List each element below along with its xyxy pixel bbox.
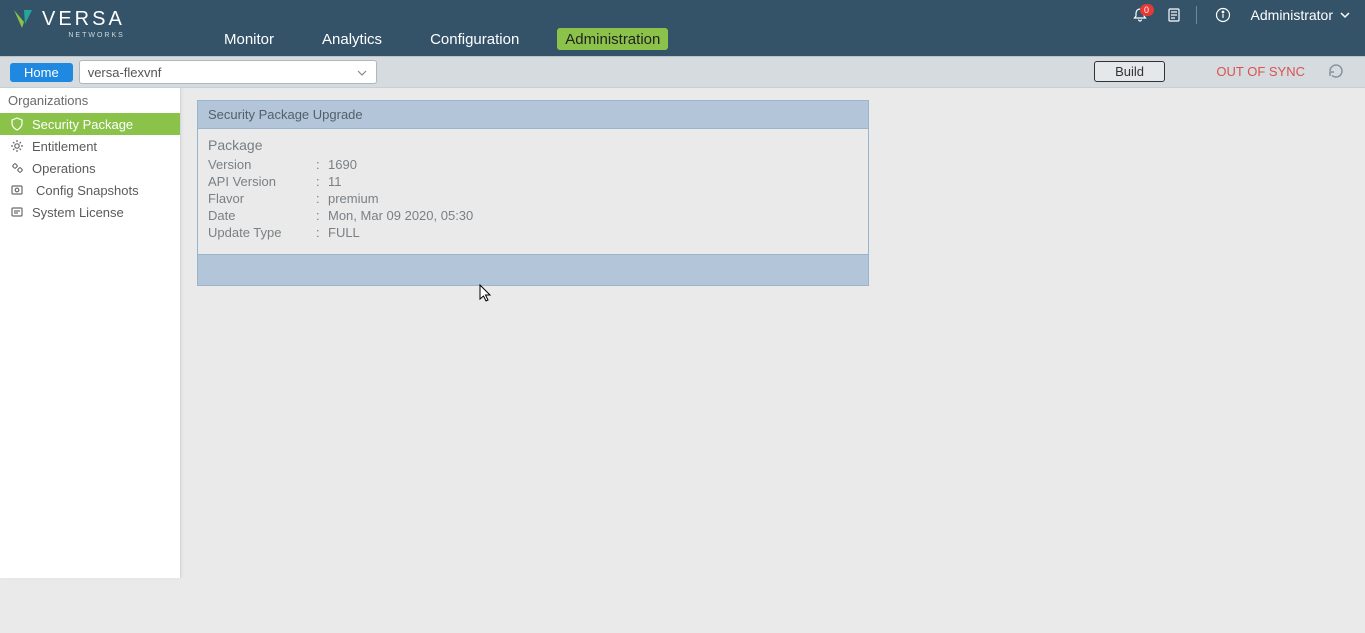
tab-monitor[interactable]: Monitor bbox=[220, 28, 278, 50]
kv-key: Flavor bbox=[208, 191, 316, 206]
chevron-down-icon bbox=[1339, 9, 1351, 21]
sidebar-item-label: System License bbox=[32, 205, 124, 220]
kv-row-version: Version : 1690 bbox=[208, 157, 858, 172]
security-package-panel: Security Package Upgrade Package Version… bbox=[197, 100, 869, 286]
sidebar-item-config-snapshots[interactable]: Config Snapshots bbox=[0, 179, 180, 201]
kv-value: Mon, Mar 09 2020, 05:30 bbox=[328, 208, 473, 223]
brand-logo: VERSA NETWORKS bbox=[10, 6, 125, 32]
panel-footer bbox=[198, 254, 868, 285]
kv-row-flavor: Flavor : premium bbox=[208, 191, 858, 206]
sidebar-item-system-license[interactable]: System License bbox=[0, 201, 180, 223]
body: Organizations Security Package Entitleme… bbox=[0, 88, 1365, 633]
gears-icon bbox=[8, 161, 26, 175]
secondary-bar: Home versa-flexvnf Build OUT OF SYNC bbox=[0, 56, 1365, 88]
gear-icon bbox=[8, 139, 26, 153]
panel-body: Package Version : 1690 API Version : 11 … bbox=[198, 129, 868, 254]
kv-value: 1690 bbox=[328, 157, 357, 172]
shield-icon bbox=[8, 117, 26, 131]
kv-row-api-version: API Version : 11 bbox=[208, 174, 858, 189]
device-select[interactable]: versa-flexvnf bbox=[79, 60, 377, 84]
kv-key: API Version bbox=[208, 174, 316, 189]
sync-status: OUT OF SYNC bbox=[1216, 64, 1305, 79]
kv-value: premium bbox=[328, 191, 379, 206]
kv-row-date: Date : Mon, Mar 09 2020, 05:30 bbox=[208, 208, 858, 223]
brand-name: VERSA NETWORKS bbox=[42, 8, 125, 31]
tab-administration[interactable]: Administration bbox=[557, 28, 668, 50]
sidebar-item-entitlement[interactable]: Entitlement bbox=[0, 135, 180, 157]
kv-value: 11 bbox=[328, 174, 342, 189]
license-icon bbox=[8, 205, 26, 219]
sidebar-item-security-package[interactable]: Security Package bbox=[0, 113, 180, 135]
home-button[interactable]: Home bbox=[10, 63, 73, 82]
sidebar-item-label: Security Package bbox=[32, 117, 133, 132]
device-selected-value: versa-flexvnf bbox=[88, 65, 162, 80]
kv-row-update-type: Update Type : FULL bbox=[208, 225, 858, 240]
tab-configuration[interactable]: Configuration bbox=[426, 28, 523, 50]
sidebar-item-label: Config Snapshots bbox=[36, 183, 139, 198]
user-label: Administrator bbox=[1251, 7, 1333, 23]
brand-subtitle: NETWORKS bbox=[68, 32, 124, 39]
top-right-controls: 0 Administrator bbox=[1114, 6, 1351, 24]
panel-title: Security Package Upgrade bbox=[198, 101, 868, 129]
tab-analytics[interactable]: Analytics bbox=[318, 28, 386, 50]
main-content: Security Package Upgrade Package Version… bbox=[181, 88, 1365, 633]
kv-value: FULL bbox=[328, 225, 360, 240]
chevron-down-icon bbox=[356, 67, 368, 79]
notifications-icon[interactable]: 0 bbox=[1132, 7, 1148, 23]
info-icon[interactable] bbox=[1215, 7, 1231, 23]
main-tabs: Monitor Analytics Configuration Administ… bbox=[200, 24, 682, 56]
kv-key: Update Type bbox=[208, 225, 316, 240]
top-bar: VERSA NETWORKS Monitor Analytics Configu… bbox=[0, 0, 1365, 56]
snapshot-icon bbox=[8, 183, 26, 197]
sidebar-item-operations[interactable]: Operations bbox=[0, 157, 180, 179]
refresh-icon[interactable] bbox=[1327, 62, 1345, 83]
notif-badge: 0 bbox=[1140, 4, 1154, 16]
logo-icon bbox=[10, 6, 36, 32]
sidebar-item-label: Entitlement bbox=[32, 139, 97, 154]
separator bbox=[1196, 6, 1197, 24]
sidebar: Organizations Security Package Entitleme… bbox=[0, 88, 181, 578]
panel-section: Package bbox=[208, 137, 858, 153]
build-button[interactable]: Build bbox=[1094, 61, 1165, 82]
user-menu[interactable]: Administrator bbox=[1251, 7, 1351, 23]
clipboard-icon[interactable] bbox=[1166, 7, 1182, 23]
sidebar-item-label: Operations bbox=[32, 161, 96, 176]
sidebar-title: Organizations bbox=[0, 88, 180, 113]
kv-key: Date bbox=[208, 208, 316, 223]
kv-key: Version bbox=[208, 157, 316, 172]
